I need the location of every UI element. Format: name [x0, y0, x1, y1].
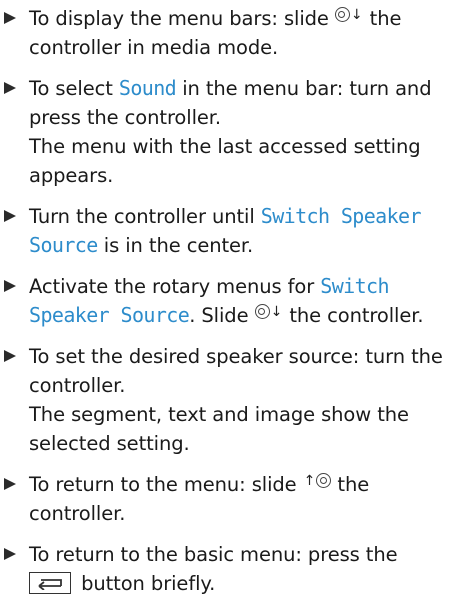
bullet-triangle-icon — [4, 350, 16, 362]
step-text: button briefly. — [75, 572, 216, 595]
step-return-to-basic-menu: To return to the basic menu: press the b… — [0, 540, 465, 598]
down-arrow-icon: ↓ — [350, 7, 363, 23]
instruction-steps: To display the menu bars: slide ↓ the co… — [0, 4, 465, 610]
back-button-icon — [29, 572, 71, 594]
step-text: To return to the menu: slide — [29, 473, 303, 496]
slide-down-controller-icon: ↓ — [254, 303, 284, 321]
bullet-triangle-icon — [4, 548, 16, 560]
down-arrow-icon: ↓ — [270, 304, 283, 320]
step-activate-rotary-menus: Activate the rotary menus for Switch Spe… — [0, 272, 465, 330]
step-text: To set the desired speaker source: turn … — [29, 345, 443, 397]
step-text: the controller. — [283, 304, 424, 327]
step-text: Activate the rotary menus for — [29, 275, 321, 298]
step-return-to-menu: To return to the menu: slide ↑ the contr… — [0, 470, 465, 528]
controller-ring-icon — [254, 304, 270, 319]
bullet-triangle-icon — [4, 210, 16, 222]
step-text: is in the center. — [97, 234, 254, 257]
step-text: . Slide — [189, 304, 255, 327]
bullet-triangle-icon — [4, 82, 16, 94]
step-result: The segment, text and image show the sel… — [29, 403, 409, 455]
controller-ring-icon — [316, 473, 332, 488]
up-arrow-icon: ↑ — [303, 473, 316, 489]
menu-item-sound: Sound — [118, 76, 177, 100]
slide-up-controller-icon: ↑ — [303, 472, 332, 490]
step-turn-controller: Turn the controller until Switch Speaker… — [0, 202, 465, 260]
step-select-sound: To select Sound in the menu bar: turn an… — [0, 74, 465, 190]
step-text: To select — [29, 77, 119, 100]
step-result: The menu with the last accessed setting … — [29, 135, 421, 187]
slide-down-controller-icon: ↓ — [334, 6, 364, 24]
step-text: Turn the controller until — [29, 205, 261, 228]
bullet-triangle-icon — [4, 12, 16, 24]
step-text: To return to the basic menu: press the — [29, 543, 398, 566]
step-set-speaker-source: To set the desired speaker source: turn … — [0, 342, 465, 458]
step-display-menu-bars: To display the menu bars: slide ↓ the co… — [0, 4, 465, 62]
bullet-triangle-icon — [4, 280, 16, 292]
controller-ring-icon — [334, 7, 350, 22]
step-text: To display the menu bars: slide — [29, 7, 335, 30]
bullet-triangle-icon — [4, 478, 16, 490]
